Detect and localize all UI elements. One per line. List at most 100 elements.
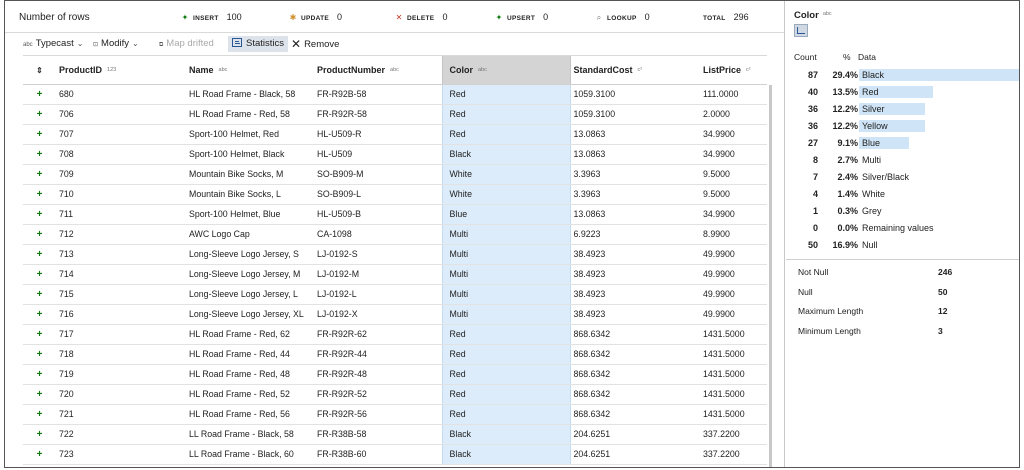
modify-button[interactable]: ⊡ Modify ⌄ bbox=[93, 36, 139, 52]
lookup-label: LOOKUP bbox=[607, 15, 637, 22]
table-row[interactable]: +712 AWC Logo Cap CA-1098 Multi 6.9223 8.9900 bbox=[23, 224, 767, 245]
row-insert-marker: + bbox=[23, 184, 56, 205]
insert-label: INSERT bbox=[193, 15, 219, 22]
productid-cell: 720 bbox=[56, 384, 186, 405]
column-header-color[interactable]: Color abc bbox=[441, 56, 571, 85]
productnumber-cell: FR-R92R-62 bbox=[314, 324, 442, 345]
table-row[interactable]: +719 HL Road Frame - Red, 48 FR-R92R-48 Red… bbox=[23, 364, 767, 385]
data-preview-window: Number of rows ✦ INSERT 100 ✱ UPDATE 0 ✕ DELE… bbox=[4, 0, 1020, 468]
column-header-productid[interactable]: ProductID 123 bbox=[56, 56, 186, 85]
distribution-row: 40 13.5% Red bbox=[786, 84, 1019, 101]
column-header-listprice[interactable]: ListPrice c² bbox=[700, 56, 767, 85]
table-row[interactable]: +715 Long-Sleeve Logo Jersey, L LJ-0192-L M… bbox=[23, 284, 767, 305]
listprice-cell: 9.5000 bbox=[700, 164, 767, 185]
percent-header: % bbox=[843, 52, 851, 62]
productid-cell: 715 bbox=[56, 284, 186, 305]
sort-icon: ⇕ bbox=[36, 65, 43, 75]
productid-cell: 718 bbox=[56, 344, 186, 365]
table-row[interactable]: +707 Sport-100 Helmet, Red HL-U509-R Red 13.… bbox=[23, 124, 767, 145]
listprice-cell: 1431.5000 bbox=[700, 384, 767, 405]
table-row[interactable]: +722 LL Road Frame - Black, 58 FR-R38B-58 B… bbox=[23, 424, 767, 445]
column-type-icon: abc bbox=[218, 66, 228, 73]
table-row[interactable]: +711 Sport-100 Helmet, Blue HL-U509-B Blue 1… bbox=[23, 204, 767, 225]
productnumber-cell: FR-R92R-48 bbox=[314, 364, 442, 385]
plus-icon: + bbox=[36, 228, 43, 240]
table-row[interactable]: +720 HL Road Frame - Red, 52 FR-R92R-52 Red… bbox=[23, 384, 767, 405]
plus-icon: + bbox=[36, 208, 43, 220]
table-row[interactable]: +721 HL Road Frame - Red, 56 FR-R92R-56 Red… bbox=[23, 404, 767, 425]
standardcost-cell: 1059.3100 bbox=[570, 84, 700, 105]
chart-icon[interactable] bbox=[794, 24, 808, 37]
distribution-percent: 12.2% bbox=[832, 121, 858, 131]
typecast-button[interactable]: abc Typecast ⌄ bbox=[23, 36, 83, 52]
table-row[interactable]: +723 LL Road Frame - Black, 60 FR-R38B-60 B… bbox=[23, 444, 767, 465]
listprice-cell: 49.9900 bbox=[700, 244, 767, 265]
plus-icon: + bbox=[36, 368, 43, 380]
color-cell: Black bbox=[441, 144, 571, 165]
distribution-count: 36 bbox=[807, 104, 818, 114]
map-drifted-button[interactable]: ⧉ Map drifted bbox=[159, 36, 214, 52]
productid-cell: 717 bbox=[56, 324, 186, 345]
vertical-scrollbar[interactable] bbox=[769, 85, 772, 467]
column-type-icon: 123 bbox=[107, 66, 117, 73]
lookup-count: 0 bbox=[644, 12, 650, 22]
sort-column-header[interactable]: ⇕ bbox=[23, 56, 56, 85]
productid-cell: 716 bbox=[56, 304, 186, 325]
table-row[interactable]: +714 Long-Sleeve Logo Jersey, M LJ-0192-M M… bbox=[23, 264, 767, 285]
plus-icon: + bbox=[36, 108, 43, 120]
row-insert-marker: + bbox=[23, 444, 56, 465]
statistics-button[interactable]: Statistics bbox=[228, 36, 289, 52]
table-row[interactable]: +718 HL Road Frame - Red, 44 FR-R92R-44 Red… bbox=[23, 344, 767, 365]
standardcost-cell: 13.0863 bbox=[570, 144, 700, 165]
name-cell: HL Road Frame - Red, 58 bbox=[186, 104, 314, 125]
metric-value: 12 bbox=[938, 306, 948, 316]
statistics-panel: Color abc Count % Data 87 29.4% Black 40 13.5… bbox=[786, 1, 1019, 467]
listprice-cell: 1431.5000 bbox=[700, 404, 767, 425]
row-insert-marker: + bbox=[23, 104, 56, 125]
table-row[interactable]: +713 Long-Sleeve Logo Jersey, S LJ-0192-S M… bbox=[23, 244, 767, 265]
remove-button[interactable]: ✕ Remove bbox=[291, 36, 339, 52]
distribution-percent: 16.9% bbox=[832, 240, 858, 250]
delete-icon: ✕ bbox=[395, 13, 403, 22]
table-row[interactable]: +710 Mountain Bike Socks, L SO-B909-L White… bbox=[23, 184, 767, 205]
productid-cell: 721 bbox=[56, 404, 186, 425]
distribution-count: 8 bbox=[812, 155, 818, 165]
table-row[interactable]: +717 HL Road Frame - Red, 62 FR-R92R-62 Red… bbox=[23, 324, 767, 345]
productid-cell: 723 bbox=[56, 444, 186, 465]
table-row[interactable]: +709 Mountain Bike Socks, M SO-B909-M White… bbox=[23, 164, 767, 185]
column-header-standardcost[interactable]: StandardCost c² bbox=[570, 56, 700, 85]
distribution-count: 7 bbox=[812, 172, 818, 182]
distribution-percent: 29.4% bbox=[832, 70, 858, 80]
standardcost-cell: 3.3963 bbox=[570, 164, 700, 185]
table-row[interactable]: +716 Long-Sleeve Logo Jersey, XL LJ-0192-X… bbox=[23, 304, 767, 325]
insert-count: 100 bbox=[226, 12, 242, 22]
upsert-stat: ✦ UPSERT 0 bbox=[495, 12, 549, 22]
productid-cell: 713 bbox=[56, 244, 186, 265]
productnumber-cell: SO-B909-L bbox=[314, 184, 442, 205]
chevron-down-icon: ⌄ bbox=[76, 39, 84, 48]
column-header-productnumber[interactable]: ProductNumber abc bbox=[314, 56, 442, 85]
table-row[interactable]: +708 Sport-100 Helmet, Black HL-U509 Black 1… bbox=[23, 144, 767, 165]
column-header-name[interactable]: Name abc bbox=[186, 56, 314, 85]
column-label: Color bbox=[449, 64, 474, 75]
row-insert-marker: + bbox=[23, 84, 56, 105]
total-label: TOTAL bbox=[703, 15, 726, 22]
column-type-icon: c² bbox=[746, 66, 751, 73]
productnumber-cell: LJ-0192-M bbox=[314, 264, 442, 285]
close-icon: ✕ bbox=[291, 37, 302, 51]
name-cell: Sport-100 Helmet, Red bbox=[186, 124, 314, 145]
map-drifted-icon: ⧉ bbox=[159, 42, 164, 48]
name-cell: Sport-100 Helmet, Blue bbox=[186, 204, 314, 225]
productid-cell: 680 bbox=[56, 84, 186, 105]
productnumber-cell: LJ-0192-S bbox=[314, 244, 442, 265]
distribution-percent: 2.7% bbox=[837, 155, 858, 165]
table-row[interactable]: +706 HL Road Frame - Red, 58 FR-R92R-58 Red… bbox=[23, 104, 767, 125]
distribution-row: 36 12.2% Silver bbox=[786, 101, 1019, 118]
lookup-stat: ⌕ LOOKUP 0 bbox=[595, 12, 650, 23]
metric-label: Null bbox=[798, 286, 813, 297]
update-label: UPDATE bbox=[301, 15, 330, 22]
table-row[interactable]: +680 HL Road Frame - Black, 58 FR-R92B-58 R… bbox=[23, 84, 767, 105]
name-cell: Sport-100 Helmet, Black bbox=[186, 144, 314, 165]
name-cell: Mountain Bike Socks, L bbox=[186, 184, 314, 205]
name-cell: HL Road Frame - Red, 52 bbox=[186, 384, 314, 405]
